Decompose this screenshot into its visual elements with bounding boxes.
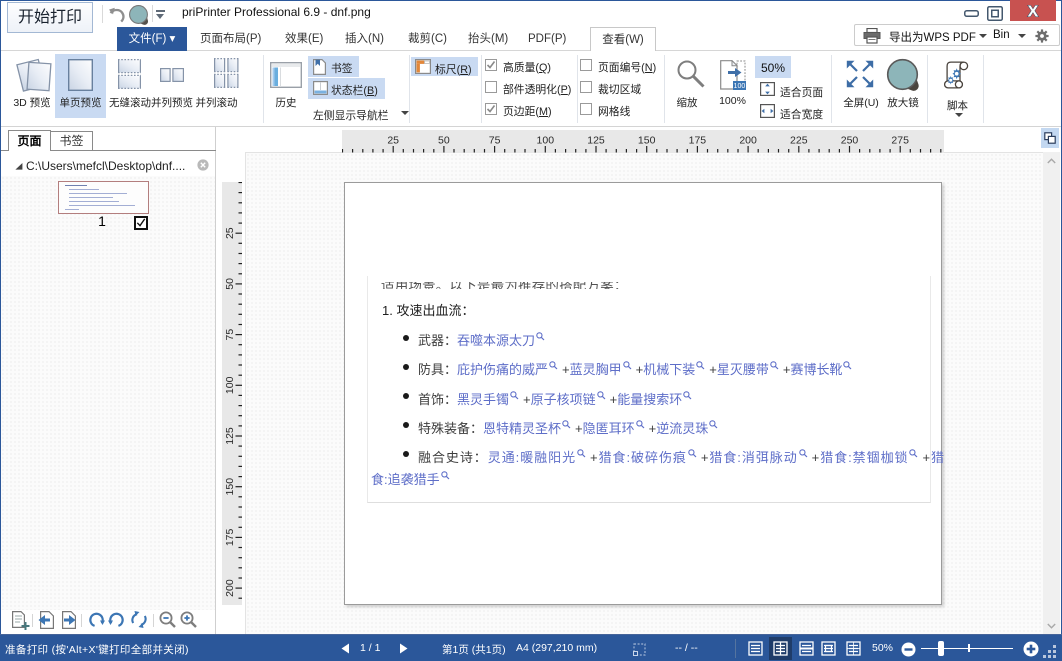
svg-text:75: 75 (489, 135, 501, 147)
svg-text:175: 175 (224, 528, 236, 546)
svg-text:200: 200 (224, 579, 236, 597)
svg-text:125: 125 (224, 427, 236, 445)
svg-text:100: 100 (734, 83, 746, 90)
svg-text:100: 100 (224, 376, 236, 394)
svg-text:25: 25 (387, 135, 399, 147)
svg-text:275: 275 (891, 135, 909, 147)
svg-text:125: 125 (587, 135, 605, 147)
svg-text:50: 50 (224, 278, 236, 290)
svg-text:75: 75 (224, 329, 236, 341)
svg-text:150: 150 (224, 478, 236, 496)
svg-text:25: 25 (224, 227, 236, 239)
svg-text:50: 50 (438, 135, 450, 147)
svg-text:200: 200 (739, 135, 757, 147)
svg-text:X: X (1028, 4, 1039, 21)
svg-text:175: 175 (689, 135, 707, 147)
svg-text:100: 100 (537, 135, 555, 147)
svg-text:150: 150 (638, 135, 656, 147)
svg-text:250: 250 (841, 135, 859, 147)
svg-text:225: 225 (790, 135, 808, 147)
